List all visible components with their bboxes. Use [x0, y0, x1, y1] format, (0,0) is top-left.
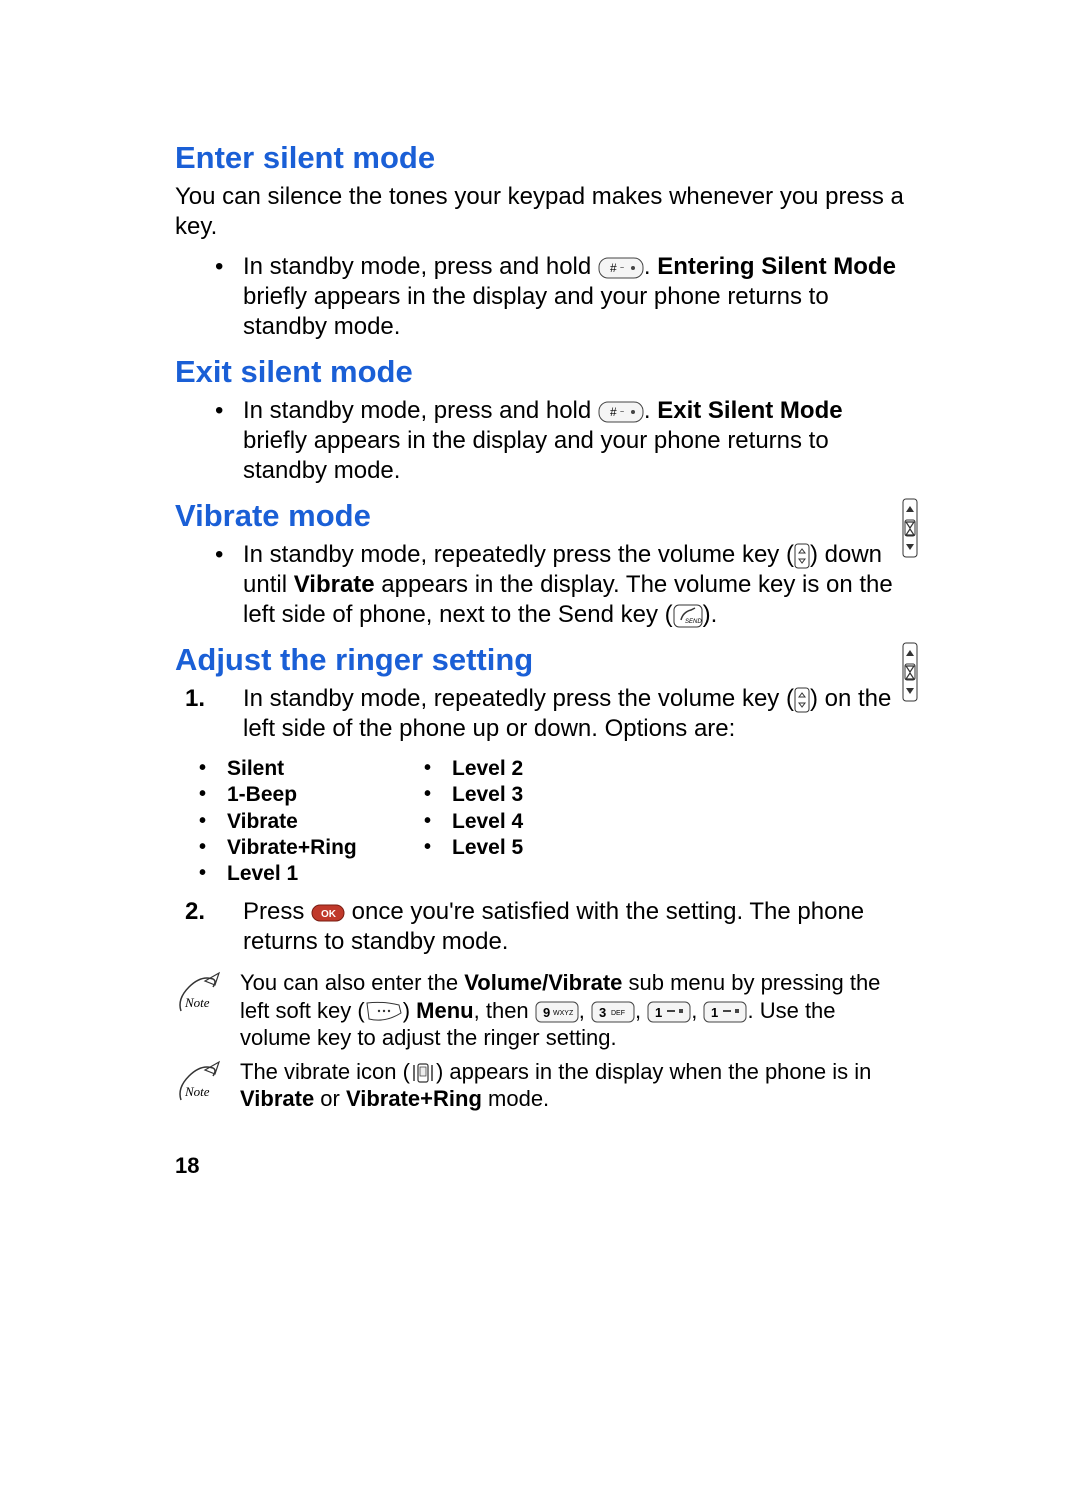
ringer-option: Vibrate: [185, 809, 410, 835]
key-1-icon: 1: [703, 1001, 747, 1023]
text: In standby mode, repeatedly press the vo…: [243, 541, 794, 568]
text: briefly appears in the display and your …: [243, 283, 829, 340]
text: ,: [579, 998, 591, 1023]
svg-text:~: ~: [620, 409, 624, 416]
heading-adjust-ringer: Adjust the ringer setting: [175, 642, 910, 678]
ringer-option: Level 5: [410, 835, 610, 861]
svg-text:9: 9: [543, 1005, 550, 1020]
svg-text:WXYZ: WXYZ: [553, 1010, 574, 1017]
svg-text:Note: Note: [184, 1084, 210, 1099]
step-number: 1.: [185, 684, 205, 714]
ringer-option: Level 1: [185, 861, 410, 887]
hash-key-icon: #~: [598, 401, 644, 423]
hash-key-icon: #~: [598, 257, 644, 279]
svg-text:OK: OK: [321, 909, 337, 920]
svg-text:SEND: SEND: [685, 619, 702, 625]
text: In standby mode, press and hold: [243, 397, 598, 424]
text: Press: [243, 898, 311, 925]
ringer-option: Silent: [185, 756, 410, 782]
ringer-option: Level 4: [410, 809, 610, 835]
svg-text:~: ~: [620, 265, 624, 272]
exit-silent-bold: Exit Silent Mode: [657, 397, 842, 424]
text: In standby mode, repeatedly press the vo…: [243, 685, 794, 712]
ringer-options: Silent1-BeepVibrateVibrate+RingLevel 1 L…: [185, 756, 910, 887]
text: mode.: [482, 1086, 549, 1111]
ringer-option: Vibrate+Ring: [185, 835, 410, 861]
enter-intro: You can silence the tones your keypad ma…: [175, 182, 910, 242]
text: , then: [474, 998, 535, 1023]
adjust-step-2: 2. Press OK once you're satisfied with t…: [185, 897, 910, 957]
page-number: 18: [175, 1153, 910, 1179]
text: You can also enter the: [240, 970, 464, 995]
vibrate-ring-bold: Vibrate+Ring: [346, 1086, 482, 1111]
heading-vibrate: Vibrate mode: [175, 498, 910, 534]
ringer-option: 1-Beep: [185, 782, 410, 808]
svg-text:1: 1: [711, 1005, 718, 1020]
ringer-option: Level 2: [410, 756, 610, 782]
text: .: [644, 397, 657, 424]
entering-silent-bold: Entering Silent Mode: [657, 253, 896, 280]
text: ) appears in the display when the phone …: [436, 1059, 871, 1084]
text: ,: [635, 998, 647, 1023]
adjust-step-1: 1. In standby mode, repeatedly press the…: [185, 684, 910, 744]
heading-exit-silent: Exit silent mode: [175, 354, 910, 390]
note-2: Note The vibrate icon ( ) appears in the …: [175, 1058, 910, 1113]
heading-enter-silent: Enter silent mode: [175, 140, 910, 176]
key-9-icon: 9WXYZ: [535, 1001, 579, 1023]
menu-bold: Menu: [416, 998, 473, 1023]
vibrate-bullet: In standby mode, repeatedly press the vo…: [215, 540, 910, 630]
enter-bullet: In standby mode, press and hold #~. Ente…: [215, 252, 910, 342]
key-3-icon: 3 DEF: [591, 1001, 635, 1023]
vol-vibrate-bold: Volume/Vibrate: [464, 970, 622, 995]
exit-bullet: In standby mode, press and hold #~. Exit…: [215, 396, 910, 486]
volume-key-small-icon: [794, 687, 810, 713]
text: .: [644, 253, 657, 280]
step-number: 2.: [185, 897, 205, 927]
text: or: [314, 1086, 346, 1111]
left-soft-key-icon: [365, 1001, 403, 1023]
vibrate-icon: [410, 1061, 436, 1085]
ringer-option: Level 3: [410, 782, 610, 808]
ok-key-icon: OK: [311, 904, 345, 922]
svg-text:3: 3: [599, 1005, 606, 1020]
key-1-icon: 1: [647, 1001, 691, 1023]
send-key-icon: SEND: [673, 604, 703, 628]
svg-text:#: #: [610, 261, 617, 275]
text: ).: [703, 601, 718, 628]
vibrate-bold: Vibrate: [294, 571, 375, 598]
text: ,: [691, 998, 703, 1023]
svg-text:DEF: DEF: [611, 1010, 625, 1017]
text: ): [403, 998, 416, 1023]
vibrate-bold: Vibrate: [240, 1086, 314, 1111]
note-icon: Note: [175, 1060, 225, 1104]
note-icon: Note: [175, 971, 225, 1015]
svg-text:#: #: [610, 405, 617, 419]
text: The vibrate icon (: [240, 1059, 410, 1084]
svg-text:1: 1: [655, 1005, 662, 1020]
volume-key-small-icon: [794, 543, 810, 569]
text: In standby mode, press and hold: [243, 253, 598, 280]
text: briefly appears in the display and your …: [243, 427, 829, 484]
svg-text:Note: Note: [184, 995, 210, 1010]
note-1: Note You can also enter the Volume/Vibra…: [175, 969, 910, 1052]
